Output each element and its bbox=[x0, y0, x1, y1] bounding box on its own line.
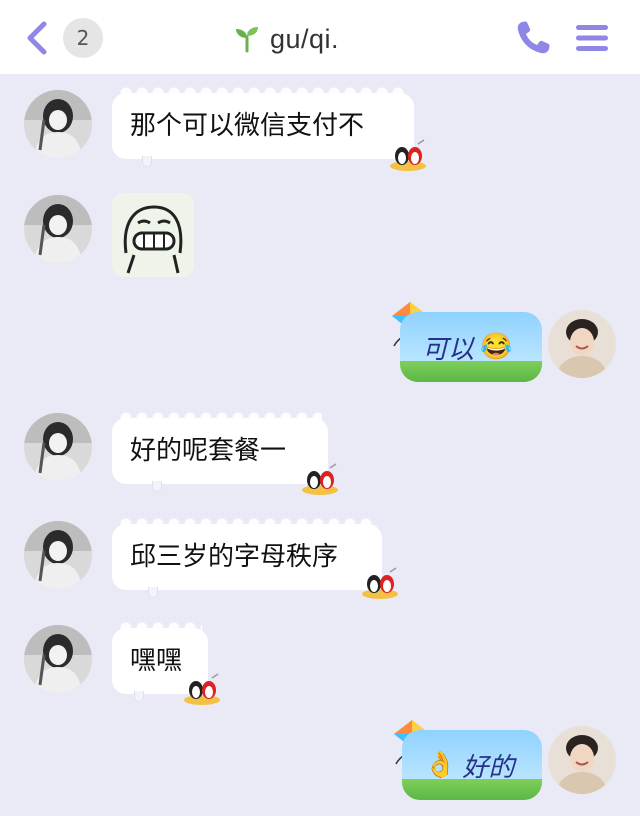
ok-hand-emoji: 👌 bbox=[424, 750, 457, 780]
penguin-sled-icon bbox=[302, 463, 338, 495]
message-bubble-outgoing[interactable]: 可以 😂 bbox=[400, 312, 542, 382]
menu-icon[interactable] bbox=[574, 20, 610, 56]
penguin-sled-icon bbox=[362, 567, 398, 599]
contact-avatar[interactable] bbox=[24, 195, 92, 263]
penguin-sled-icon bbox=[184, 673, 220, 705]
message-text: 邱三岁的字母秩序 bbox=[130, 542, 339, 572]
message-text: 好的呢套餐一 bbox=[130, 436, 287, 466]
grinning-face-sticker[interactable] bbox=[112, 193, 194, 277]
contact-avatar[interactable] bbox=[24, 521, 92, 589]
phone-icon[interactable] bbox=[513, 18, 553, 58]
penguin-sled-icon bbox=[390, 139, 426, 171]
user-avatar[interactable] bbox=[548, 310, 616, 378]
message-text: 好的 bbox=[462, 752, 515, 783]
contact-avatar[interactable] bbox=[24, 625, 92, 693]
chat-title-group[interactable]: gu/qi. bbox=[232, 19, 339, 59]
user-avatar[interactable] bbox=[548, 726, 616, 794]
contact-avatar[interactable] bbox=[24, 90, 92, 158]
message-bubble-incoming[interactable]: 邱三岁的字母秩序 bbox=[112, 518, 382, 598]
contact-avatar[interactable] bbox=[24, 413, 92, 481]
chevron-left-icon[interactable] bbox=[22, 20, 52, 56]
message-text: 可以 bbox=[422, 334, 475, 365]
sprout-icon bbox=[236, 27, 258, 53]
tears-of-joy-emoji: 😂 bbox=[480, 332, 513, 362]
message-text: 那个可以微信支付不 bbox=[130, 111, 365, 141]
message-bubble-outgoing[interactable]: 👌 好的 bbox=[402, 730, 542, 800]
chat-title: gu/qi. bbox=[270, 23, 340, 54]
message-text: 嘿嘿 bbox=[130, 646, 183, 676]
chat-header: 2 gu/qi. bbox=[0, 0, 640, 74]
message-bubble-incoming[interactable]: 好的呢套餐一 bbox=[112, 412, 328, 492]
message-bubble-incoming[interactable]: 那个可以微信支付不 bbox=[112, 87, 414, 167]
unread-count-badge[interactable]: 2 bbox=[63, 18, 103, 58]
